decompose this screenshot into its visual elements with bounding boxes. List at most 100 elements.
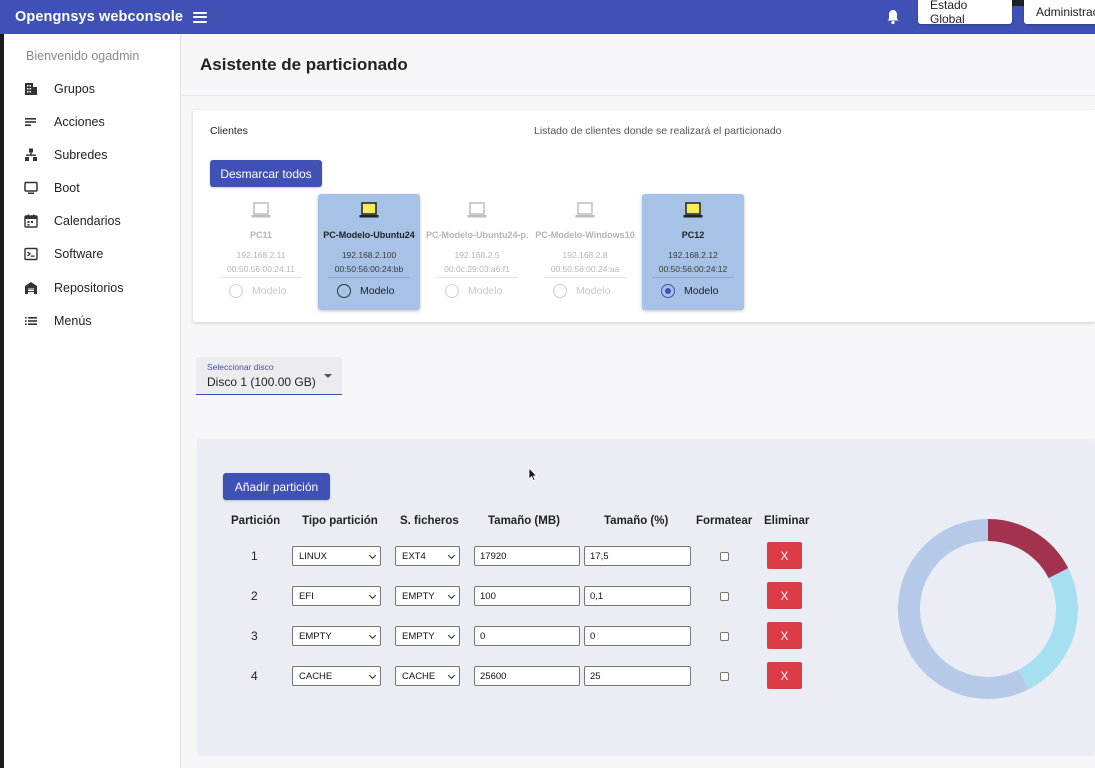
size-pct-input[interactable]: 0,1 [584, 586, 691, 606]
sidebar-item-menus[interactable]: Menús [4, 306, 181, 336]
partition-type-select[interactable]: EMPTY [292, 626, 381, 646]
format-checkbox[interactable] [720, 672, 729, 681]
header-eliminar: Eliminar [764, 515, 810, 527]
sidebar-item-label: Acciones [54, 115, 105, 129]
delete-partition-button[interactable]: X [767, 622, 802, 649]
client-card-pc-modelo-ubuntu24[interactable]: PC-Modelo-Ubuntu24 192.168.2.100 00:50:5… [318, 194, 420, 310]
delete-partition-button[interactable]: X [767, 662, 802, 689]
format-checkbox[interactable] [720, 632, 729, 641]
dropdown-arrow-icon [324, 374, 332, 378]
bell-icon[interactable] [886, 9, 900, 25]
sidebar-item-software[interactable]: Software [4, 239, 181, 269]
terminal-icon [24, 247, 38, 261]
client-name: PC-Modelo-Windows10 [535, 230, 635, 240]
laptop-icon [251, 202, 271, 218]
client-ip: 192.168.2.11 [236, 250, 286, 260]
welcome-text: Bienvenido ogadmin [26, 49, 140, 63]
model-radio[interactable] [229, 284, 243, 298]
sidebar-item-grupos[interactable]: Grupos [4, 74, 181, 104]
header-tamano-mb: Tamaño (MB) [488, 515, 560, 527]
sidebar-item-label: Repositorios [54, 281, 124, 295]
building-icon [25, 83, 37, 95]
sidebar: Bienvenido ogadmin Grupos Acciones Subre… [4, 34, 181, 768]
model-radio-label: Modelo [468, 285, 503, 297]
administracion-button[interactable]: Administrac [1024, 0, 1095, 24]
client-card-pc-modelo-ubuntu24-p[interactable]: PC-Modelo-Ubuntu24-p... 192.168.2.5 00:0… [426, 194, 528, 310]
page-title: Asistente de particionado [200, 55, 408, 74]
size-mb-input[interactable]: 17920 [474, 546, 580, 566]
client-ip: 192.168.2.12 [668, 250, 718, 260]
partition-type-select[interactable]: LINUX [292, 546, 381, 566]
header-sistema-ficheros: S. ficheros [400, 515, 459, 527]
network-icon [25, 148, 37, 161]
delete-partition-button[interactable]: X [767, 542, 802, 569]
size-pct-input[interactable]: 17,5 [584, 546, 691, 566]
partition-type-select[interactable]: EFI [292, 586, 381, 606]
model-radio[interactable] [661, 284, 675, 298]
actions-list-icon [25, 118, 36, 126]
warehouse-icon [25, 282, 37, 294]
unmark-all-button[interactable]: Desmarcar todos [210, 160, 322, 187]
laptop-icon [467, 202, 487, 218]
client-mac: 00:50:56:00:24:12 [658, 264, 728, 274]
donut-segment-1 [987, 519, 1069, 579]
client-divider [220, 277, 302, 278]
header-formatear: Formatear [696, 515, 753, 527]
sidebar-item-label: Boot [54, 181, 80, 195]
donut-segment-5 [898, 519, 1029, 699]
list-icon [25, 317, 37, 325]
partition-number: 1 [251, 549, 258, 563]
partition-type-select[interactable]: CACHE [292, 666, 381, 686]
sidebar-item-label: Grupos [54, 82, 95, 96]
format-checkbox[interactable] [720, 592, 729, 601]
filesystem-select[interactable]: EMPTY [395, 626, 460, 646]
client-mac: 00:0c:29:03:a6:f1 [444, 264, 510, 274]
format-checkbox[interactable] [720, 552, 729, 561]
partition-number: 3 [251, 629, 258, 643]
partition-number: 2 [251, 589, 258, 603]
sidebar-item-label: Subredes [54, 148, 108, 162]
model-radio-label: Modelo [684, 285, 719, 297]
hamburger-menu-icon[interactable] [193, 11, 207, 23]
model-radio[interactable] [337, 284, 351, 298]
sidebar-item-label: Calendarios [54, 214, 121, 228]
size-pct-input[interactable]: 0 [584, 626, 691, 646]
client-card-pc12[interactable]: PC12 192.168.2.12 00:50:56:00:24:12 Mode… [642, 194, 744, 310]
filesystem-select[interactable]: EXT4 [395, 546, 460, 566]
filesystem-select[interactable]: EMPTY [395, 586, 460, 606]
sidebar-item-subredes[interactable]: Subredes [4, 140, 181, 170]
sidebar-item-calendarios[interactable]: Calendarios [4, 206, 181, 236]
disk-select[interactable]: Seleccionar disco Disco 1 (100.00 GB) [196, 357, 342, 395]
client-ip: 192.168.2.5 [454, 250, 500, 260]
sidebar-item-boot[interactable]: Boot [4, 173, 181, 203]
clients-card: Clientes Listado de clientes donde se re… [193, 110, 1095, 322]
model-radio[interactable] [553, 284, 567, 298]
filesystem-select[interactable]: CACHE [395, 666, 460, 686]
client-divider [544, 277, 626, 278]
sidebar-item-acciones[interactable]: Acciones [4, 107, 181, 137]
size-pct-input[interactable]: 25 [584, 666, 691, 686]
add-partition-button[interactable]: Añadir partición [223, 473, 330, 500]
laptop-icon [359, 202, 379, 218]
size-mb-input[interactable]: 25600 [474, 666, 580, 686]
model-radio-label: Modelo [360, 285, 395, 297]
partition-number: 4 [251, 669, 258, 683]
size-mb-input[interactable]: 100 [474, 586, 580, 606]
model-radio[interactable] [445, 284, 459, 298]
calendar-icon [24, 214, 38, 228]
size-mb-input[interactable]: 0 [474, 626, 580, 646]
client-name: PC12 [681, 230, 705, 240]
estado-global-button[interactable]: Estado Global [918, 0, 1012, 26]
client-mac: 00:50:56:00:24:11 [227, 264, 295, 274]
sidebar-item-repositorios[interactable]: Repositorios [4, 273, 181, 303]
clients-label: Clientes [210, 125, 248, 137]
clients-description: Listado de clientes donde se realizará e… [534, 125, 782, 137]
mouse-cursor-icon [528, 467, 538, 482]
delete-partition-button[interactable]: X [767, 582, 802, 609]
client-name: PC11 [249, 230, 273, 240]
client-card-pc-modelo-windows10[interactable]: PC-Modelo-Windows10 192.168.2.8 00:50:56… [534, 194, 636, 310]
client-card-pc11[interactable]: PC11 192.168.2.11 00:50:56:00:24:11 Mode… [210, 194, 312, 310]
page-header: Asistente de particionado [182, 34, 1095, 96]
laptop-icon [683, 202, 703, 218]
header-tamano-pct: Tamaño (%) [604, 515, 669, 527]
